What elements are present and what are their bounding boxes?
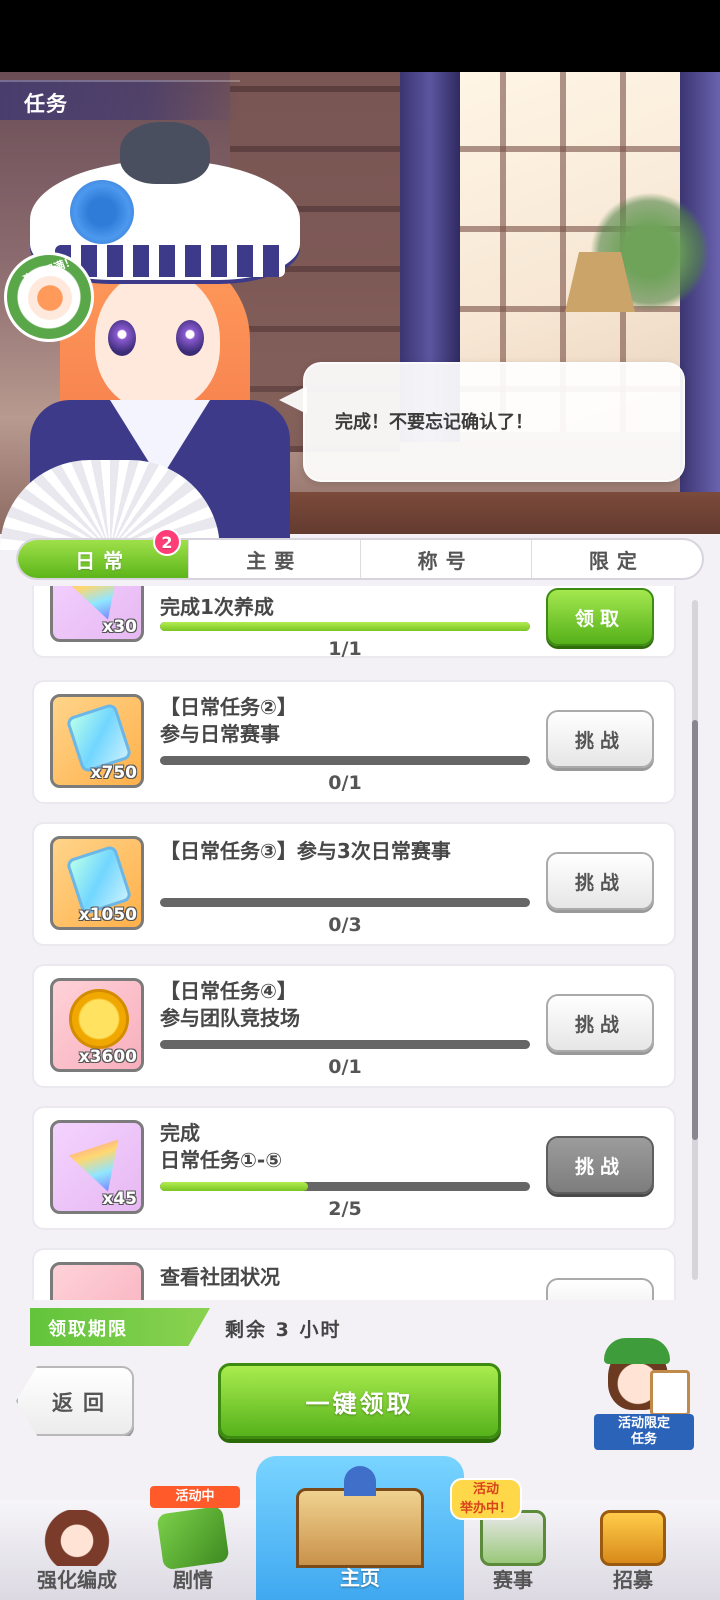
tab-main[interactable]: 主要 [189,540,361,578]
progress-text: 0/1 [328,1056,362,1078]
race-event-tag: 活动 举办中！ [450,1478,522,1520]
reward-item [50,1262,144,1300]
nav-recruit[interactable]: 招募 [574,1500,692,1594]
reward-item: x1050 [50,836,144,930]
tab-limited-label: 限定 [588,548,645,573]
task-card: x750 【日常任务②】 参与日常赛事 0/1 挑战 [32,680,676,804]
reward-item: x30 [50,586,144,642]
nav-story[interactable]: 剧情 [134,1500,252,1594]
home-tower-icon [344,1466,376,1496]
reward-quantity: x750 [90,763,137,783]
reward-quantity: x45 [102,1189,137,1209]
back-button-label: 返回 [52,1391,114,1415]
nav-enhance-label: 强化编成 [37,1568,117,1592]
tab-daily-label: 日常 [75,548,132,573]
progress-text: 0/1 [328,772,362,794]
task-card: x1050 【日常任务③】参与3次日常赛事 0/3 挑战 [32,822,676,946]
tab-limited[interactable]: 限定 [532,540,702,578]
claim-all-button[interactable]: 一键领取 [218,1363,501,1439]
team-character-icon [44,1510,110,1566]
tab-main-label: 主要 [246,548,303,573]
speech-bubble: 完成！不要忘记确认了！ [279,362,685,482]
nav-recruit-label: 招募 [613,1568,653,1592]
task-tabs: 日常 2 主要 称号 限定 [16,528,704,580]
challenge-button[interactable]: 挑战 [546,710,654,768]
progress-text: 0/3 [328,914,362,936]
task-card: 查看社团状况 [32,1248,676,1300]
task-title: 【日常任务②】 参与日常赛事 [160,695,297,746]
screen-root: 任务 事件圆满！ 完成！不要忘记确认了！ 日常 2 主要 称号 限定 x30 完… [0,0,720,1600]
deadline-value: 剩余 3 小时 [225,1319,342,1341]
task-card: x30 完成1次养成 1/1 领取 [32,586,676,660]
progress-bar [160,622,530,631]
speech-text: 完成！不要忘记确认了！ [335,412,533,433]
nav-enhance[interactable]: 强化编成 [18,1500,136,1594]
progress-text: 2/5 [328,1198,362,1220]
desk [250,492,720,534]
tab-titles-label: 称号 [417,548,474,573]
challenge-button[interactable]: 挑战 [546,994,654,1052]
task-title: 完成1次养成 [160,595,274,619]
event-task-label: 活动限定 任务 [594,1414,694,1450]
challenge-button-disabled[interactable]: 挑战 [546,1136,654,1194]
reward-item: x3600 [50,978,144,1072]
cat-icon [120,122,210,184]
scrollbar-thumb[interactable] [692,720,698,1140]
progress-fill [160,1182,308,1191]
task-card: x45 完成 日常任务①-⑤ 2/5 挑战 [32,1106,676,1230]
story-activity-tag: 活动中 [150,1486,240,1508]
home-building-icon [296,1488,424,1568]
tab-titles[interactable]: 称号 [361,540,532,578]
nav-races-label: 赛事 [493,1568,533,1592]
progress-text: 1/1 [328,638,362,660]
status-bar [0,0,720,72]
task-card: x3600 【日常任务④】 参与团队竞技场 0/1 挑战 [32,964,676,1088]
deadline-label: 领取期限 [48,1319,128,1340]
event-hat-icon [604,1338,670,1364]
progress-bar [160,1040,530,1049]
gold-coin-icon [69,989,129,1049]
tab-daily[interactable]: 日常 2 [18,528,190,578]
reward-item: x45 [50,1120,144,1214]
reward-item: x750 [50,694,144,788]
character-eye-left [108,320,136,356]
hat-band [55,245,285,277]
progress-fill [160,622,530,631]
recruit-door-icon [600,1510,666,1566]
clipboard-icon [650,1370,690,1416]
reward-quantity: x3600 [78,1047,137,1067]
screen-title: 任务 [24,92,68,116]
task-list[interactable]: x30 完成1次养成 1/1 领取 x750 【日常任务②】 参与日常赛事 0/… [10,586,700,1300]
progress-bar [160,898,530,907]
challenge-button[interactable] [546,1278,654,1300]
task-title: 【日常任务④】 参与团队竞技场 [160,979,300,1030]
task-title: 【日常任务③】参与3次日常赛事 [160,839,451,863]
progress-bar [160,1182,530,1191]
reward-quantity: x30 [102,617,137,637]
progress-bar [160,756,530,765]
task-title: 完成 日常任务①-⑤ [160,1121,283,1172]
challenge-button[interactable]: 挑战 [546,852,654,910]
task-title: 查看社团状况 [160,1265,280,1289]
character-eye-right [176,320,204,356]
story-book-icon [156,1505,230,1571]
event-limited-task-button[interactable]: 活动限定 任务 [590,1338,700,1454]
nav-home-label: 主页 [340,1566,380,1590]
nav-story-label: 剧情 [173,1568,213,1592]
rose-icon [70,180,134,244]
tab-daily-badge: 2 [153,528,181,556]
reward-quantity: x1050 [78,905,137,925]
claim-button[interactable]: 领取 [546,588,654,646]
